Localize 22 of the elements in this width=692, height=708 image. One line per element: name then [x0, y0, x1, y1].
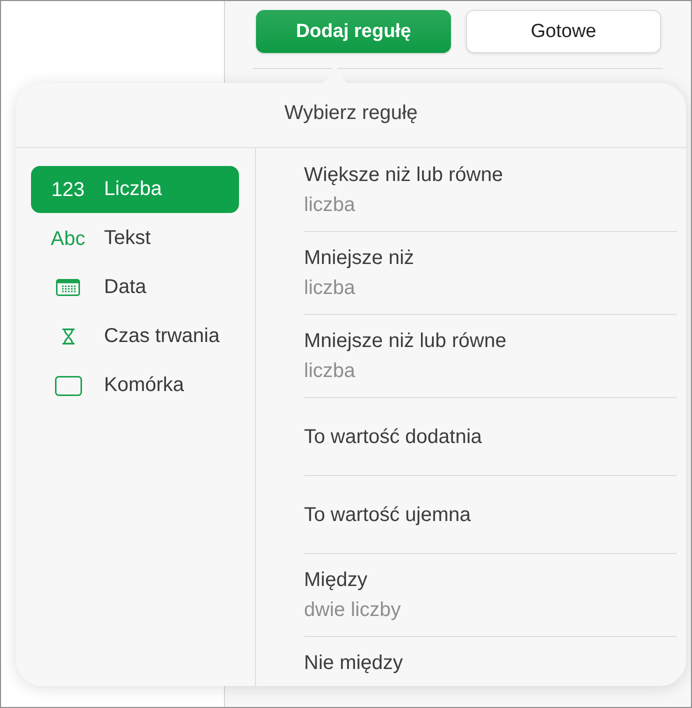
popover-title: Wybierz regułę: [284, 102, 418, 124]
rule-argument-hint: liczba: [304, 359, 356, 384]
rectangle-icon: [54, 376, 82, 396]
category-item[interactable]: Abc Tekst: [31, 215, 239, 262]
type-glyph-icon: Abc: [50, 226, 86, 250]
rule-name[interactable]: Większe niż lub równe: [304, 162, 503, 188]
rule-argument-hint: liczba: [304, 276, 356, 301]
rule-name[interactable]: To wartość ujemna: [304, 502, 471, 528]
calendar-icon: [56, 279, 80, 296]
done-button[interactable]: Gotowe: [466, 10, 661, 53]
hourglass-icon: [62, 328, 74, 345]
category-item[interactable]: Data: [31, 264, 239, 311]
rule-name[interactable]: Mniejsze niż: [304, 245, 414, 271]
rule-argument-hint: dwie liczby: [304, 598, 401, 623]
rule-name[interactable]: Między: [304, 567, 368, 593]
category-item[interactable]: Komórka: [31, 362, 239, 409]
rule-name[interactable]: To wartość dodatnia: [304, 424, 482, 450]
rule-name[interactable]: Nie między: [304, 650, 403, 676]
category-item[interactable]: Czas trwania: [31, 313, 239, 360]
type-glyph-icon: 123: [51, 178, 85, 202]
rule-name[interactable]: Mniejsze niż lub równe: [304, 328, 506, 354]
rule-argument-hint: liczba: [304, 193, 356, 218]
